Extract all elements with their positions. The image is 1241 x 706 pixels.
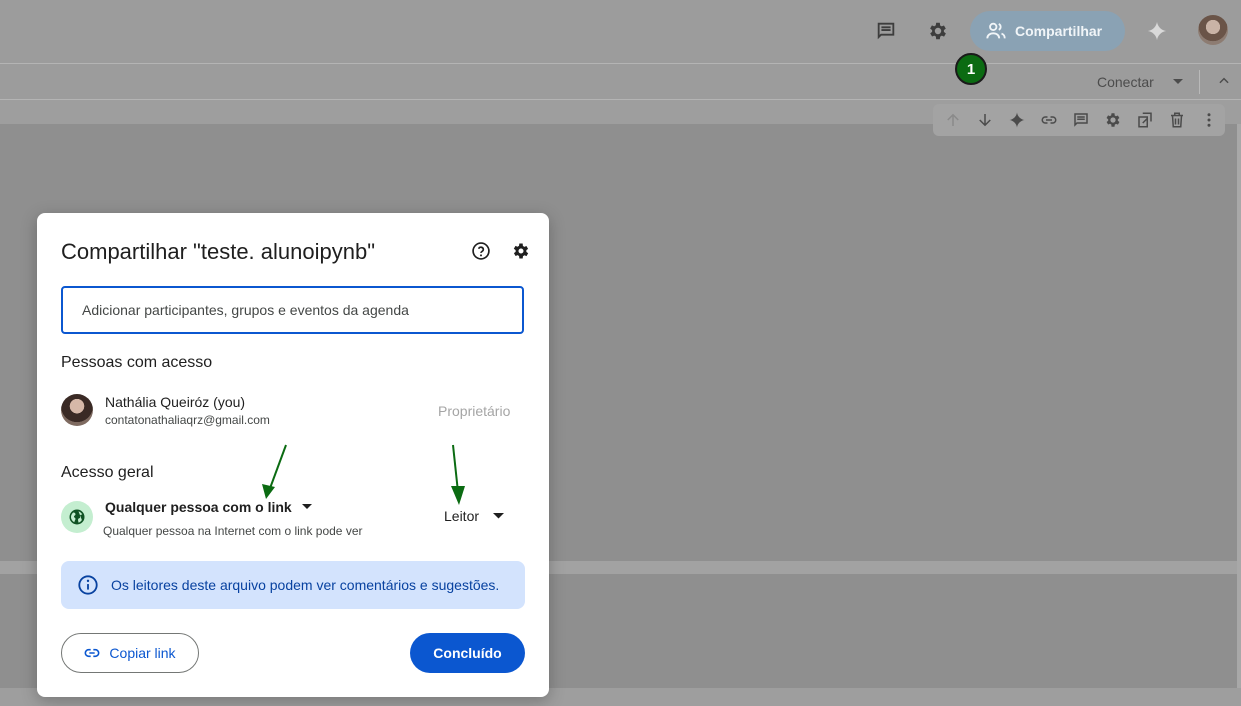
help-icon[interactable] [469,239,493,263]
caret-down-icon [301,504,312,510]
dialog-title: Compartilhar "teste. alunoipynb" [61,239,376,264]
move-up-icon[interactable] [937,104,969,136]
people-heading: Pessoas com acesso [61,354,213,371]
link-icon [84,645,100,661]
general-access-select[interactable]: Qualquer pessoa com o link [105,499,312,515]
person-role: Proprietário [438,403,511,419]
link-icon[interactable] [1033,104,1065,136]
gear-icon[interactable] [1097,104,1129,136]
gear-icon[interactable] [922,15,954,47]
copy-link-label: Copiar link [109,645,176,661]
add-people-input[interactable] [61,286,524,334]
caret-down-icon [493,513,505,519]
chevron-down-icon[interactable] [1172,78,1184,86]
info-icon [77,574,99,596]
globe-icon [61,501,93,533]
connect-button[interactable]: Conectar [1097,74,1154,90]
more-vert-icon[interactable] [1193,104,1225,136]
person-email: contatonathaliaqrz@gmail.com [105,413,270,427]
chevron-up-icon[interactable] [1217,74,1231,88]
sub-toolbar [0,64,1241,100]
avatar [61,394,93,426]
comment-icon[interactable] [870,15,902,47]
general-access-description: Qualquer pessoa na Internet com o link p… [103,524,363,538]
trash-icon[interactable] [1161,104,1193,136]
step-badge: 1 [955,53,987,85]
user-avatar[interactable] [1198,15,1228,45]
scrollbar-track[interactable] [1237,124,1241,688]
general-access-heading: Acesso geral [61,464,154,481]
role-select[interactable]: Leitor [444,508,505,524]
gear-icon[interactable] [509,239,533,263]
people-icon [985,20,1007,42]
share-label: Compartilhar [1015,23,1103,39]
info-text: Os leitores deste arquivo podem ver come… [111,577,500,593]
share-dialog: Compartilhar "teste. alunoipynb" Pessoas… [37,213,549,697]
share-button[interactable]: Compartilhar [970,11,1125,51]
general-access-value: Qualquer pessoa com o link [105,499,292,515]
done-button[interactable]: Concluído [410,633,525,673]
sparkle-icon[interactable] [1001,104,1033,136]
cell-toolbar [933,104,1225,136]
role-value: Leitor [444,508,480,524]
copy-link-button[interactable]: Copiar link [61,633,199,673]
comment-icon[interactable] [1065,104,1097,136]
mirror-cell-icon[interactable] [1129,104,1161,136]
sparkle-icon[interactable] [1141,15,1173,47]
move-down-icon[interactable] [969,104,1001,136]
divider [1199,70,1200,94]
info-banner: Os leitores deste arquivo podem ver come… [61,561,525,609]
person-name: Nathália Queiróz (you) [105,394,246,410]
